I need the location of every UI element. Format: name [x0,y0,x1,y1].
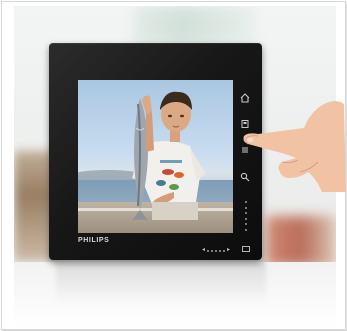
slider-dot [219,249,222,252]
slider-dot [244,217,247,220]
vertical-touch-slider[interactable] [244,201,247,231]
digital-photo-frame: PHILIPS ◂ ▸ [49,43,262,260]
slider-arrow-down [244,228,247,231]
photo-boy-with-fish [132,91,206,220]
brand-logo: PHILIPS [78,237,110,244]
blurred-shelf-right [266,216,336,266]
device-reflection [56,262,266,304]
right-arrow-icon: ▸ [227,247,231,253]
slider-dot [244,206,247,209]
slider-dot [211,249,214,252]
slider-dot [207,249,210,252]
blurred-window [134,6,254,46]
slider-dot [223,249,226,252]
slider-dot [215,249,218,252]
slider-arrow-up [244,201,247,203]
photo-display [78,80,233,233]
slider-dot [244,223,247,226]
pointing-hand [243,101,346,192]
slider-dot [244,212,247,215]
horizontal-touch-slider[interactable]: ◂ ▸ [202,247,234,253]
display-mode-icon[interactable] [242,246,250,252]
blurred-shelf-left [14,151,54,261]
left-arrow-icon: ◂ [202,247,206,253]
